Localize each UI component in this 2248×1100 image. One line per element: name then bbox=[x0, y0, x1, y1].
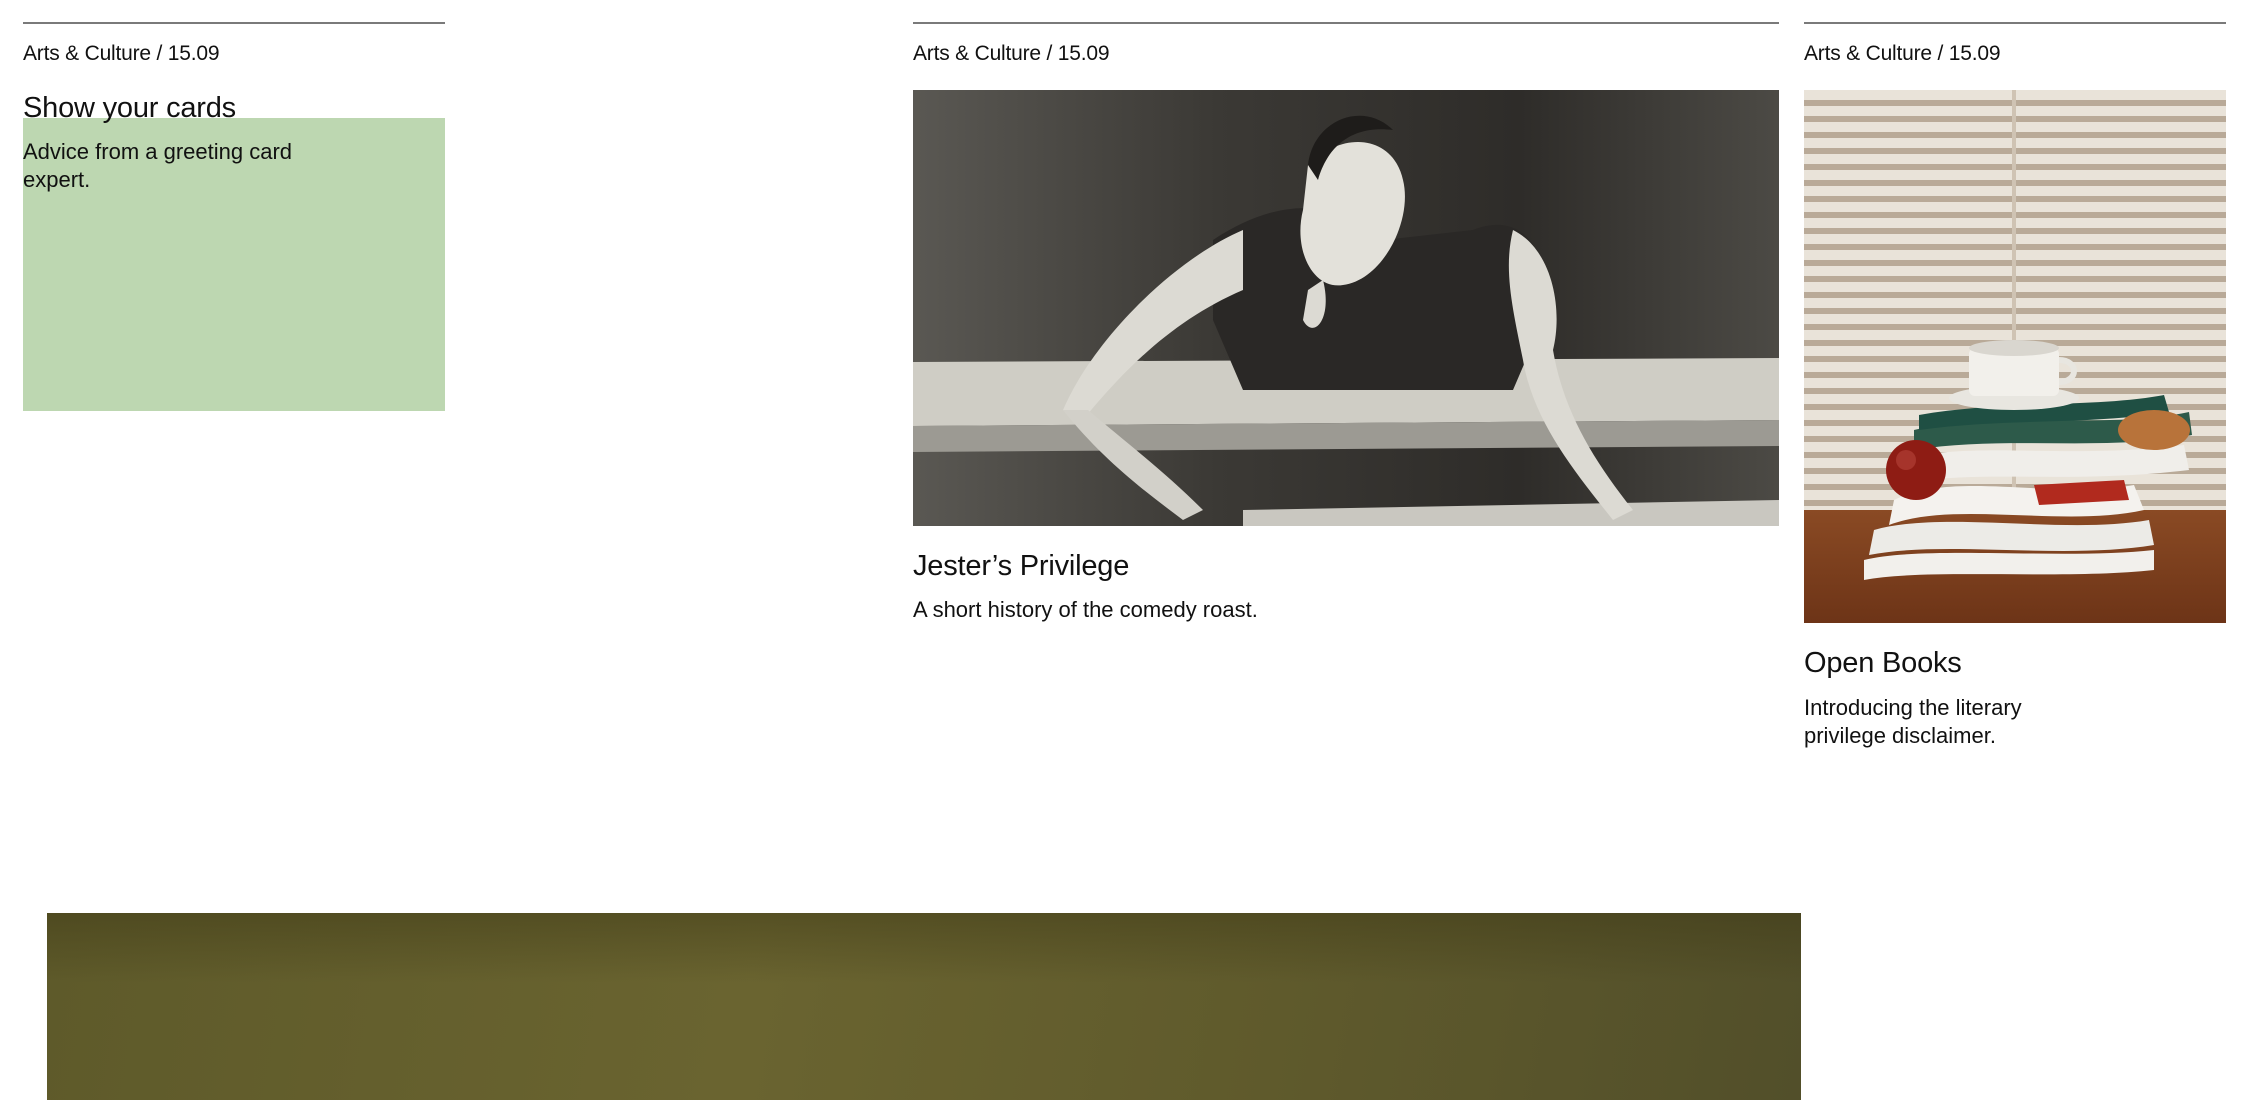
books-still-life-image bbox=[1804, 90, 2226, 623]
article-image[interactable] bbox=[913, 90, 1779, 526]
article-card-jesters-privilege[interactable]: Arts & Culture / 15.09 Jester’s Privileg… bbox=[913, 0, 1779, 640]
article-description: Advice from a greeting card expert. bbox=[23, 139, 293, 192]
article-meta: Arts & Culture / 15.09 bbox=[1804, 42, 2001, 65]
divider bbox=[1804, 22, 2226, 24]
article-title[interactable]: Open Books bbox=[1804, 647, 1962, 680]
article-meta: Arts & Culture / 15.09 bbox=[23, 42, 220, 65]
bw-photo-woman-image bbox=[913, 90, 1779, 526]
article-description: Introducing the literary privilege discl… bbox=[1804, 695, 2022, 748]
article-description: A short history of the comedy roast. bbox=[913, 597, 1258, 622]
divider bbox=[913, 22, 1779, 24]
article-title[interactable]: Show your cards bbox=[23, 92, 236, 125]
article-card-open-books[interactable]: Arts & Culture / 15.09 Open Books Introd… bbox=[1804, 0, 2226, 760]
article-card-show-your-cards[interactable]: Arts & Culture / 15.09 Show your cards A… bbox=[23, 0, 445, 420]
article-meta: Arts & Culture / 15.09 bbox=[913, 42, 1110, 65]
article-title[interactable]: Jester’s Privilege bbox=[913, 550, 1129, 583]
article-image[interactable] bbox=[1804, 90, 2226, 623]
divider bbox=[23, 22, 445, 24]
featured-hero-image[interactable] bbox=[47, 913, 1801, 1100]
